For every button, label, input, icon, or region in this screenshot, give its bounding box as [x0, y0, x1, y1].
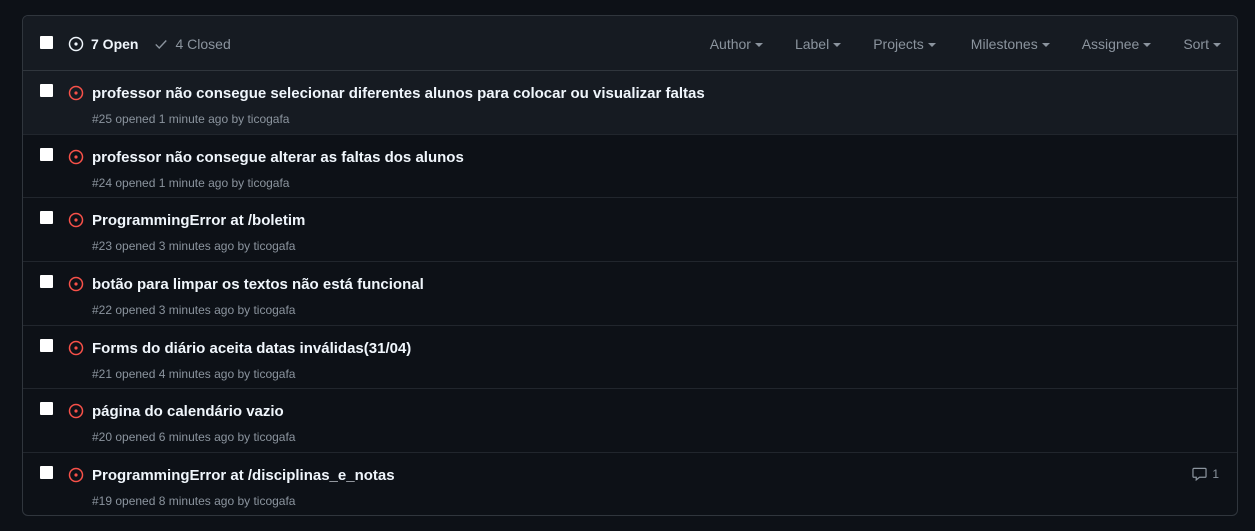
caret-down-icon	[1041, 42, 1050, 47]
issue-row[interactable]: professor não consegue selecionar difere…	[23, 71, 1237, 135]
issue-checkbox[interactable]	[40, 211, 53, 225]
open-issues-tab[interactable]: 7 Open	[68, 36, 138, 52]
select-all-checkbox[interactable]	[40, 36, 53, 49]
issue-opened-icon	[68, 85, 84, 101]
caret-down-icon	[833, 42, 842, 47]
issue-checkbox[interactable]	[40, 84, 53, 97]
caret-down-icon	[754, 42, 763, 47]
comment-count: 1	[1212, 467, 1219, 482]
author-filter[interactable]: Author	[710, 36, 763, 52]
issue-row[interactable]: professor não consegue alterar as faltas…	[23, 135, 1237, 199]
check-icon	[155, 39, 168, 49]
issue-opened-icon	[68, 467, 84, 483]
issue-meta: #20 opened 6 minutes ago by ticogafa	[92, 430, 296, 445]
assignee-filter[interactable]: Assignee	[1082, 36, 1152, 52]
issue-opened-icon	[68, 213, 84, 228]
issue-checkbox[interactable]	[40, 466, 53, 480]
filter-bar: Author Label Projects Milestones Assigne…	[710, 16, 1221, 71]
caret-down-icon	[1213, 42, 1221, 47]
closed-issues-tab[interactable]: 4 Closed	[154, 35, 231, 52]
issue-checkbox[interactable]	[40, 338, 53, 352]
issue-meta: #19 opened 8 minutes ago by ticogafa	[92, 494, 296, 509]
closed-issues-label: 4 Closed	[175, 35, 231, 52]
issue-row[interactable]: ProgrammingError at /boletim #23 opened 3…	[23, 198, 1237, 263]
issue-opened-icon	[68, 149, 84, 164]
issue-title-link[interactable]: professor não consegue alterar as faltas…	[92, 149, 464, 166]
projects-filter[interactable]: Projects	[873, 36, 936, 52]
issue-rows: professor não consegue selecionar difere…	[23, 71, 1237, 515]
issue-row[interactable]: botão para limpar os textos não está fun…	[23, 262, 1237, 326]
issues-list-box: 7 Open 4 Closed Author Label Projects Mi…	[22, 15, 1238, 516]
issue-meta: #21 opened 4 minutes ago by ticogafa	[92, 366, 296, 381]
issues-list-header: 7 Open 4 Closed Author Label Projects Mi…	[23, 16, 1237, 71]
issue-opened-icon	[68, 36, 84, 51]
issue-opened-icon	[68, 404, 84, 419]
issue-meta: #24 opened 1 minute ago by ticogafa	[92, 175, 290, 190]
caret-down-icon	[1143, 42, 1152, 47]
issue-title-link[interactable]: ProgrammingError at /boletim	[92, 212, 305, 229]
caret-down-icon	[927, 42, 936, 47]
issue-title-link[interactable]: ProgrammingError at /disciplinas_e_notas	[92, 467, 395, 484]
comment-icon	[1192, 467, 1207, 482]
state-toggle: 7 Open 4 Closed	[68, 16, 231, 71]
issue-title-link[interactable]: professor não consegue selecionar difere…	[92, 85, 705, 102]
issue-checkbox[interactable]	[40, 147, 53, 161]
milestones-filter[interactable]: Milestones	[971, 36, 1050, 52]
issue-title-link[interactable]: botão para limpar os textos não está fun…	[92, 276, 424, 293]
issue-title-link[interactable]: Forms do diário aceita datas inválidas(3…	[92, 340, 411, 357]
issue-title-link[interactable]: página do calendário vazio	[92, 403, 284, 420]
label-filter[interactable]: Label	[795, 36, 842, 52]
issue-row[interactable]: página do calendário vazio #20 opened 6 m…	[23, 389, 1237, 454]
issue-opened-icon	[68, 276, 84, 292]
issue-checkbox[interactable]	[40, 275, 53, 289]
issue-opened-icon	[68, 340, 84, 355]
comments-link[interactable]: 1	[1192, 467, 1219, 482]
issue-row[interactable]: Forms do diário aceita datas inválidas(3…	[23, 326, 1237, 390]
open-issues-label: 7 Open	[91, 35, 139, 52]
issue-meta: #23 opened 3 minutes ago by ticogafa	[92, 239, 296, 254]
sort-filter[interactable]: Sort	[1183, 36, 1221, 52]
issue-row[interactable]: ProgrammingError at /disciplinas_e_notas…	[23, 453, 1237, 515]
issue-meta: #22 opened 3 minutes ago by ticogafa	[92, 303, 296, 318]
issue-checkbox[interactable]	[40, 402, 53, 416]
issue-meta: #25 opened 1 minute ago by ticogafa	[92, 112, 290, 126]
